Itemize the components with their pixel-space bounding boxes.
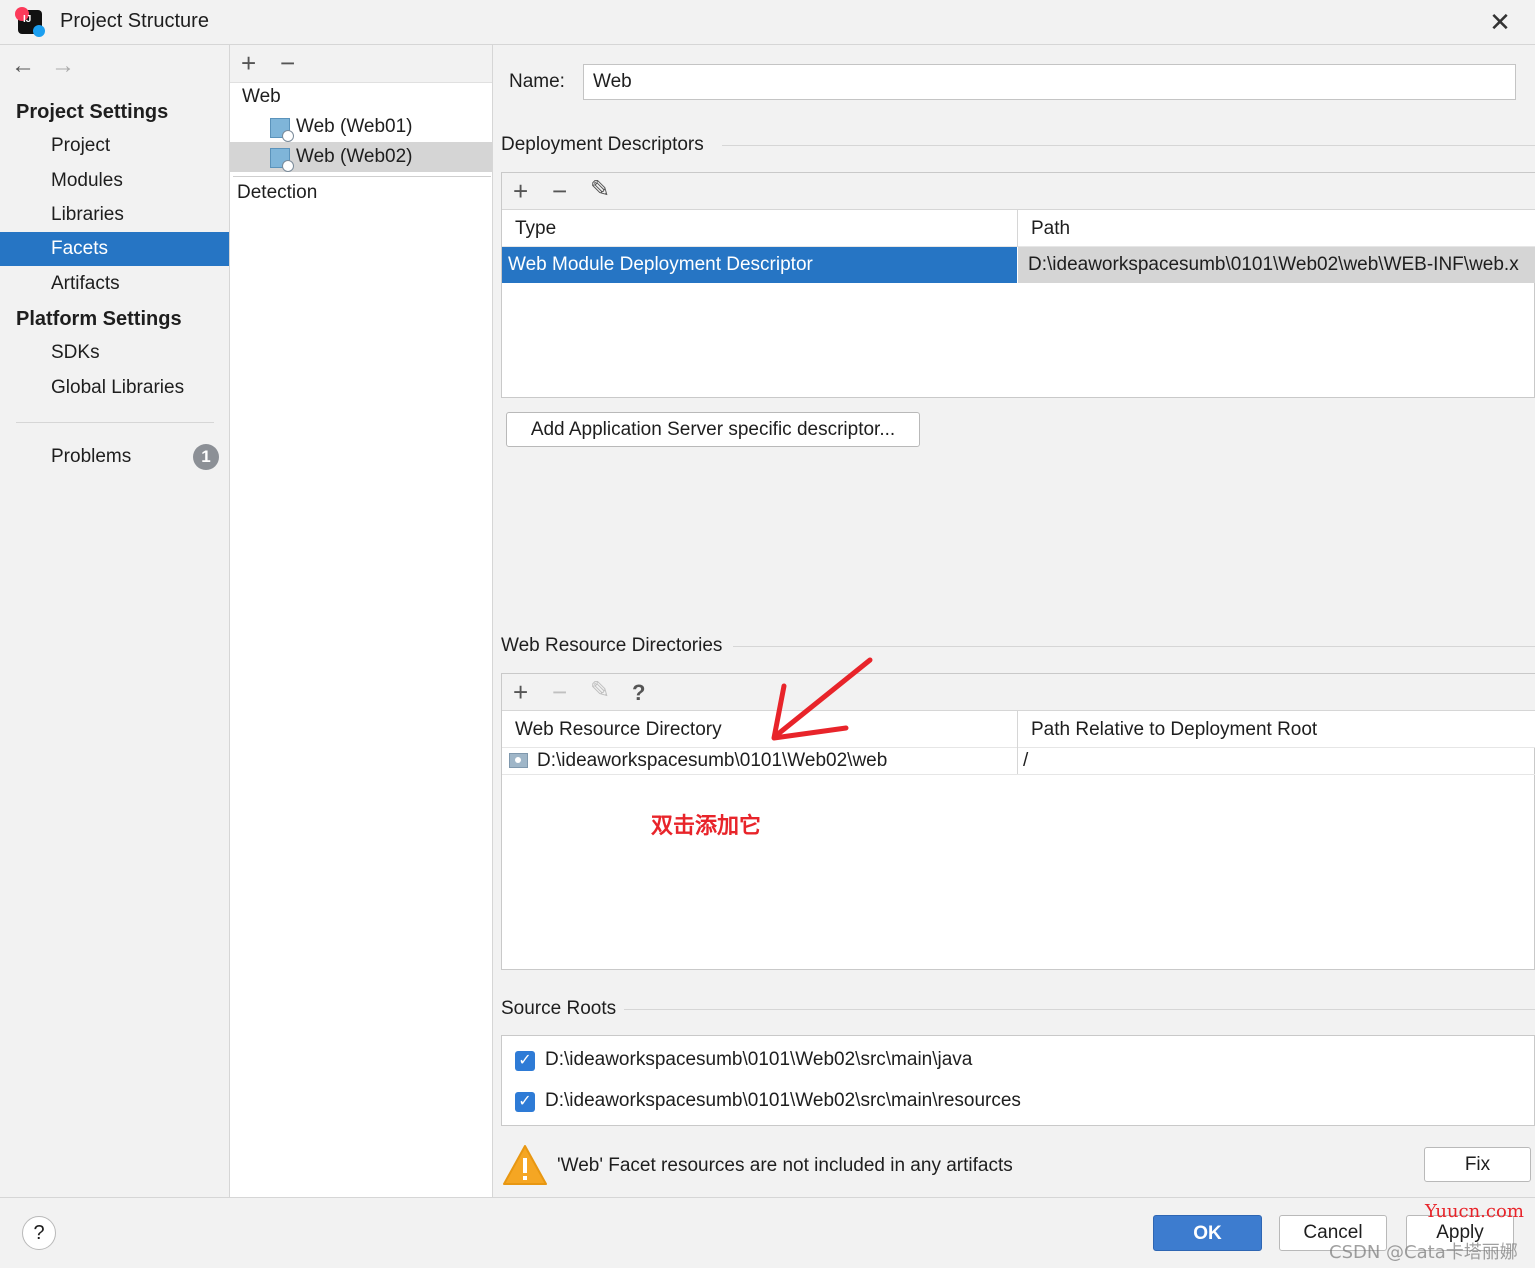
web-resource-directories-title: Web Resource Directories: [501, 635, 723, 656]
tree-item-label: Web (Web01): [296, 116, 413, 137]
warning-icon: [503, 1145, 547, 1185]
source-root-checkbox[interactable]: ✓: [515, 1092, 535, 1112]
remove-icon[interactable]: −: [552, 679, 567, 705]
divider: [1017, 210, 1018, 247]
tree-group-web[interactable]: Web: [242, 82, 281, 112]
sidebar-item-project[interactable]: Project: [0, 129, 229, 163]
tree-item-web02[interactable]: Web (Web02): [230, 142, 492, 172]
sidebar-item-sdks[interactable]: SDKs: [0, 336, 229, 370]
web-facet-icon: [270, 148, 294, 172]
back-arrow-icon[interactable]: ←: [11, 52, 35, 80]
tree-item-label: Web (Web02): [296, 146, 413, 167]
add-icon[interactable]: +: [241, 50, 256, 76]
divider: [233, 176, 491, 177]
sidebar-item-modules[interactable]: Modules: [0, 164, 229, 198]
source-roots-title: Source Roots: [501, 998, 617, 1019]
deployment-toolbar: [502, 173, 1535, 210]
deployment-descriptors-title: Deployment Descriptors: [501, 134, 704, 155]
name-label: Name:: [509, 71, 565, 92]
project-settings-header: Project Settings: [16, 101, 169, 123]
facets-tree: [230, 45, 493, 1197]
window-title: Project Structure: [60, 10, 209, 32]
fix-button[interactable]: Fix: [1424, 1147, 1531, 1182]
table-row[interactable]: Web Module Deployment Descriptor D:\idea…: [502, 247, 1535, 283]
help-icon[interactable]: ?: [22, 1216, 56, 1250]
source-root-checkbox[interactable]: ✓: [515, 1051, 535, 1071]
path-relative-cell: /: [1023, 750, 1029, 771]
platform-settings-header: Platform Settings: [16, 308, 182, 330]
intellij-logo-icon: IJ: [15, 7, 45, 37]
column-header-type[interactable]: Type: [502, 210, 1017, 247]
close-icon[interactable]: ✕: [1486, 8, 1514, 36]
web-resource-toolbar: [502, 674, 1535, 711]
problems-count-badge: 1: [193, 444, 219, 470]
web-resource-dir-cell: D:\ideaworkspacesumb\0101\Web02\web: [537, 750, 888, 771]
annotation-arrow-icon: [771, 657, 873, 741]
web-folder-icon: [509, 753, 528, 768]
source-root-path: D:\ideaworkspacesumb\0101\Web02\src\main…: [545, 1049, 973, 1070]
remove-icon[interactable]: −: [280, 50, 295, 76]
add-server-descriptor-button[interactable]: Add Application Server specific descript…: [506, 412, 920, 447]
detection-item[interactable]: Detection: [237, 178, 317, 208]
sidebar-item-libraries[interactable]: Libraries: [0, 198, 229, 232]
tree-item-web01[interactable]: Web (Web01): [230, 112, 492, 142]
sidebar-item-global-libraries[interactable]: Global Libraries: [0, 371, 229, 405]
help-icon[interactable]: ?: [632, 680, 645, 706]
facets-toolbar: [230, 45, 492, 83]
forward-arrow-icon[interactable]: →: [51, 52, 75, 80]
annotation-text: 双击添加它: [651, 814, 762, 839]
source-root-path: D:\ideaworkspacesumb\0101\Web02\src\main…: [545, 1090, 1021, 1111]
sidebar-item-facets[interactable]: Facets: [0, 232, 229, 266]
ok-button[interactable]: OK: [1153, 1215, 1262, 1251]
sidebar-item-artifacts[interactable]: Artifacts: [0, 267, 229, 301]
descriptor-path-cell: D:\ideaworkspacesumb\0101\Web02\web\WEB-…: [1018, 247, 1535, 283]
divider: [624, 1009, 1535, 1010]
divider: [733, 646, 1535, 647]
site-watermark: Yuucn.com: [1425, 1201, 1524, 1222]
column-header-path-relative[interactable]: Path Relative to Deployment Root: [1018, 711, 1535, 748]
divider: [16, 422, 214, 423]
warning-text: 'Web' Facet resources are not included i…: [557, 1155, 1013, 1176]
csdn-watermark: CSDN @Cata卡塔丽娜: [1329, 1242, 1518, 1263]
title-bar: [0, 0, 1535, 45]
edit-pencil-icon[interactable]: ✎: [590, 177, 610, 203]
web-facet-icon: [270, 118, 294, 142]
table-row[interactable]: D:\ideaworkspacesumb\0101\Web02\web /: [502, 748, 1535, 775]
remove-icon[interactable]: −: [552, 178, 567, 204]
divider: [722, 145, 1535, 146]
column-header-path[interactable]: Path: [1018, 210, 1535, 247]
name-field[interactable]: Web: [583, 64, 1516, 100]
descriptor-type-cell: Web Module Deployment Descriptor: [502, 247, 1017, 283]
edit-pencil-icon[interactable]: ✎: [590, 678, 610, 704]
add-icon[interactable]: +: [513, 679, 528, 705]
add-icon[interactable]: +: [513, 178, 528, 204]
